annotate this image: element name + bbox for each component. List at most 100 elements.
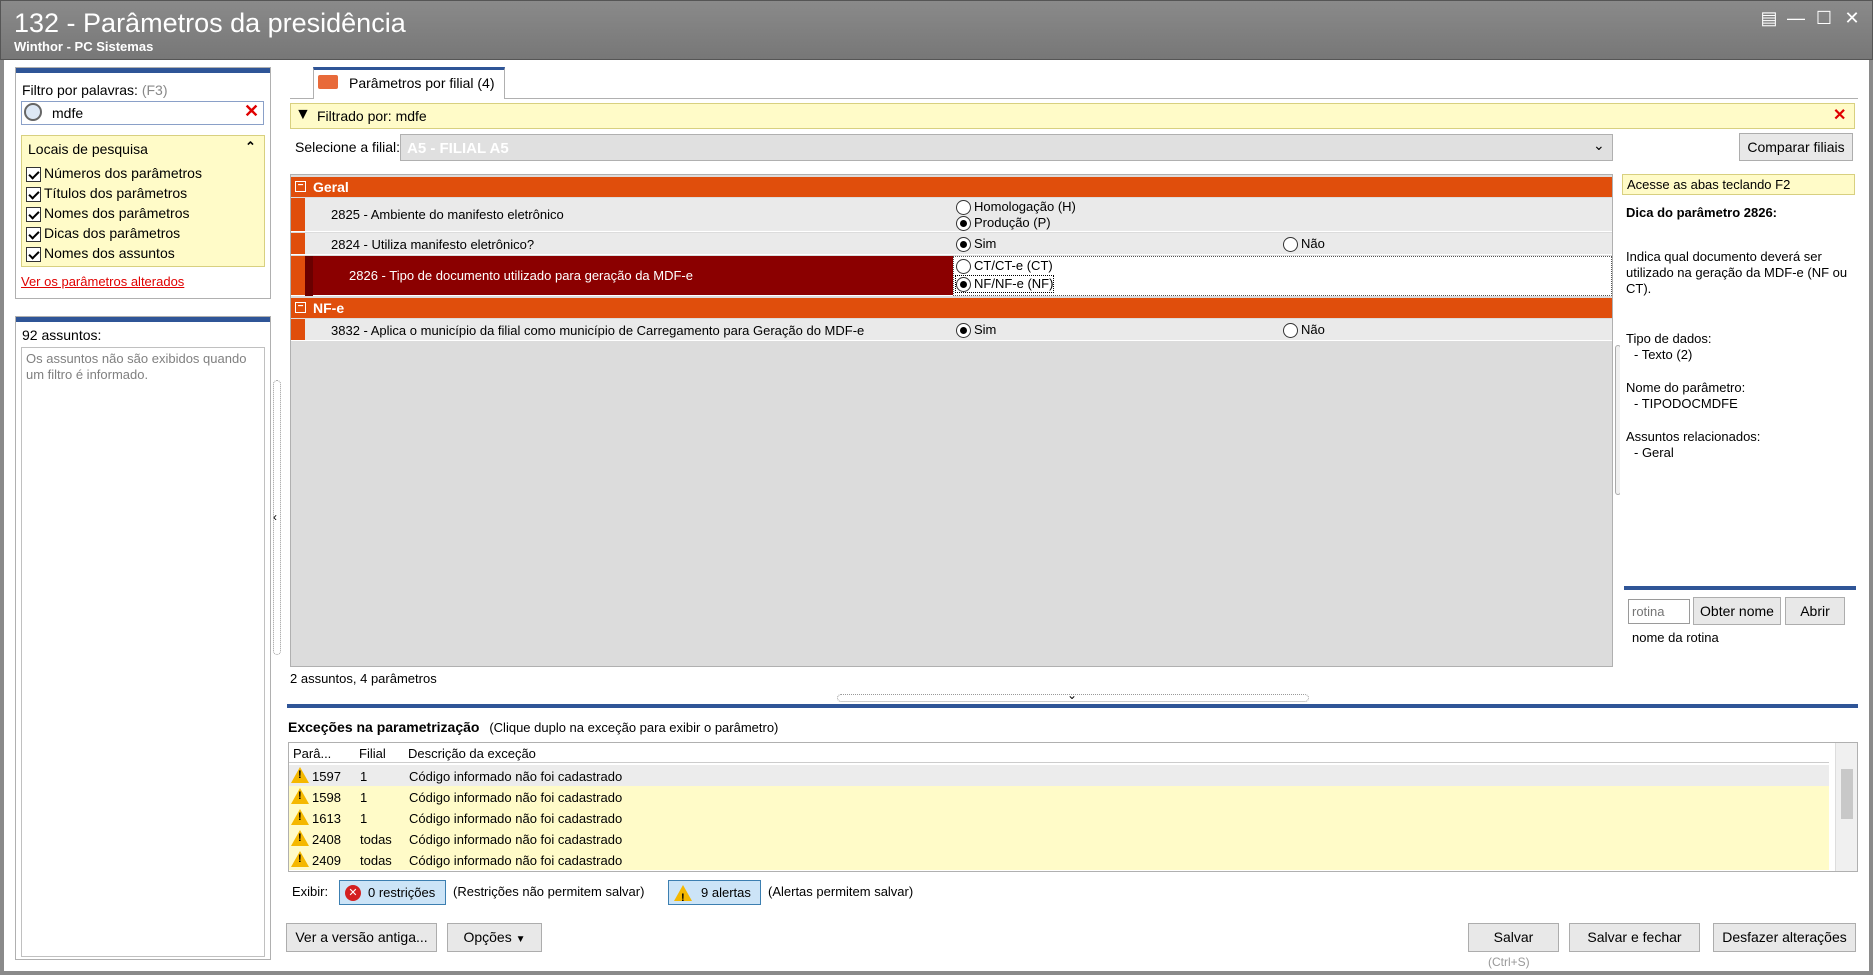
funnel-icon: ▼	[295, 106, 311, 123]
window-subtitle: Winthor - PC Sistemas	[14, 39, 154, 54]
radio-nao[interactable]: Não	[1283, 236, 1325, 253]
param-label: 3832 - Aplica o município da filial como…	[331, 323, 865, 338]
exceptions-table: Parâ... Filial Descrição da exceção 1597…	[288, 742, 1858, 872]
locais-item[interactable]: Títulos dos parâmetros	[26, 183, 202, 203]
opcoes-button[interactable]: Opções ▼	[447, 923, 542, 952]
abrir-button[interactable]: Abrir	[1785, 597, 1845, 625]
exceptions-header: Exceções na parametrização (Clique duplo…	[287, 704, 1858, 735]
group-header-nfe[interactable]: − NF-e	[291, 298, 1612, 318]
param-row-2826-selected[interactable]: 2826 - Tipo de documento utilizado para …	[291, 256, 1612, 296]
column-header[interactable]: Parâ...	[293, 746, 331, 761]
group-name: Geral	[313, 179, 349, 195]
ver-alterados-link[interactable]: Ver os parâmetros alterados	[21, 274, 184, 289]
radio-ct[interactable]: CT/CT-e (CT)	[956, 258, 1053, 275]
dica-text: Indica qual documento deverá ser utiliza…	[1626, 249, 1848, 296]
folder-icon	[318, 75, 338, 89]
radio-nao[interactable]: Não	[1283, 322, 1325, 339]
minimize-icon[interactable]: —	[1785, 8, 1807, 28]
column-header[interactable]: Descrição da exceção	[408, 746, 536, 761]
search-value: mdfe	[52, 105, 84, 121]
collapse-group-icon[interactable]: −	[295, 181, 306, 192]
nome-label: Nome do parâmetro:	[1626, 380, 1746, 395]
radio-homologacao[interactable]: Homologação (H)	[956, 199, 1076, 216]
exceptions-subtitle: (Clique duplo na exceção para exibir o p…	[489, 720, 779, 735]
nome-rotina: nome da rotina	[1632, 630, 1719, 645]
locais-item[interactable]: Nomes dos parâmetros	[26, 203, 202, 223]
search-icon	[24, 103, 42, 121]
alertas-note: (Alertas permitem salvar)	[768, 884, 914, 899]
warning-icon	[674, 885, 692, 910]
warning-icon	[291, 767, 309, 783]
comparar-filiais-button[interactable]: Comparar filiais	[1739, 133, 1853, 161]
obter-nome-button[interactable]: Obter nome	[1693, 597, 1781, 625]
table-row[interactable]: 1613 1 Código informado não foi cadastra…	[289, 807, 1829, 828]
collapse-left-icon[interactable]: ‹	[273, 510, 277, 524]
group-header-geral[interactable]: − Geral	[291, 177, 1612, 197]
locais-item[interactable]: Números dos parâmetros	[26, 163, 202, 183]
table-row[interactable]: 1597 1 Código informado não foi cadastra…	[289, 765, 1829, 786]
locais-item[interactable]: Dicas dos parâmetros	[26, 223, 202, 243]
chevron-down-icon: ▼	[515, 934, 526, 945]
close-icon[interactable]: ✕	[1841, 8, 1863, 28]
filial-label: Selecione a filial:	[295, 139, 401, 155]
chevron-down-icon: ⌄	[1593, 137, 1605, 153]
restricoes-note: (Restrições não permitem salvar)	[453, 884, 645, 899]
checkbox-icon[interactable]	[26, 206, 41, 222]
radio-sim[interactable]: Sim	[956, 322, 996, 339]
tipo-value: - Texto (2)	[1634, 347, 1693, 362]
param-row-2825[interactable]: 2825 - Ambiente do manifesto eletrônico …	[291, 198, 1612, 232]
checkbox-icon[interactable]	[26, 226, 41, 242]
clear-filter-icon[interactable]: ✕	[1833, 105, 1846, 125]
clear-search-icon[interactable]: ✕	[244, 101, 259, 122]
locais-title: Locais de pesquisa	[28, 141, 148, 157]
warning-icon	[291, 809, 309, 825]
table-row[interactable]: 1598 1 Código informado não foi cadastra…	[289, 786, 1829, 807]
collapse-group-icon[interactable]: −	[295, 302, 306, 313]
table-row[interactable]: 2408 todas Código informado não foi cada…	[289, 828, 1829, 849]
grid-status: 2 assuntos, 4 parâmetros	[290, 671, 437, 686]
checkbox-icon[interactable]	[26, 166, 41, 182]
param-row-2824[interactable]: 2824 - Utiliza manifesto eletrônico? Sim…	[291, 233, 1612, 255]
exceptions-title: Exceções na parametrização	[288, 719, 480, 735]
filter-bar: ▼ Filtrado por: mdfe ✕	[290, 103, 1855, 129]
scrollbar-thumb[interactable]	[1841, 769, 1853, 819]
hint-box: Acesse as abas teclando F2	[1622, 174, 1855, 195]
tab-parametros-filial[interactable]: Parâmetros por filial (4)	[313, 67, 505, 99]
salvar-button[interactable]: Salvar	[1468, 923, 1559, 952]
param-row-3832[interactable]: 3832 - Aplica o município da filial como…	[291, 319, 1612, 341]
radio-sim[interactable]: Sim	[956, 236, 996, 253]
exibir-label: Exibir:	[292, 884, 329, 899]
checkbox-icon[interactable]	[26, 186, 41, 202]
window-title: 132 - Parâmetros da presidência	[14, 8, 406, 38]
table-row[interactable]: 2409 todas Código informado não foi cada…	[289, 849, 1829, 870]
scrollbar[interactable]	[1835, 743, 1857, 871]
error-icon: ✕	[345, 885, 361, 901]
alertas-button[interactable]: 9 alertas	[668, 880, 761, 910]
assuntos-count: 92 assuntos:	[22, 327, 102, 343]
collapse-icon[interactable]: ⌃	[245, 139, 256, 155]
filial-select[interactable]: A5 - FILIAL A5 ⌄	[400, 134, 1613, 161]
tipo-label: Tipo de dados:	[1626, 331, 1712, 346]
filial-value: A5 - FILIAL A5	[407, 140, 509, 157]
radio-nf[interactable]: NF/NF-e (NF)	[954, 274, 1055, 294]
locais-pesquisa: Locais de pesquisa ⌃ Números dos parâmet…	[21, 135, 265, 267]
maximize-icon[interactable]: ☐	[1813, 8, 1835, 28]
param-label: 2825 - Ambiente do manifesto eletrônico	[331, 207, 564, 222]
salvar-fechar-button[interactable]: Salvar e fechar	[1569, 923, 1700, 952]
nome-value: - TIPODOCMDFE	[1634, 396, 1738, 411]
column-header[interactable]: Filial	[359, 746, 386, 761]
collapse-bottom-icon[interactable]: ⌄	[1067, 688, 1077, 702]
restricoes-button[interactable]: ✕ 0 restrições	[339, 880, 446, 905]
group-name: NF-e	[313, 300, 345, 316]
filter-text: Filtrado por: mdfe	[317, 108, 427, 124]
restore-icon[interactable]: ▤	[1758, 8, 1780, 28]
radio-producao[interactable]: Produção (P)	[956, 215, 1051, 232]
desfazer-button[interactable]: Desfazer alterações	[1713, 923, 1856, 952]
checkbox-icon[interactable]	[26, 246, 41, 262]
versao-antiga-button[interactable]: Ver a versão antiga...	[286, 923, 437, 952]
locais-item[interactable]: Nomes dos assuntos	[26, 243, 202, 263]
search-input[interactable]: mdfe ✕	[21, 101, 264, 125]
rotina-input[interactable]	[1628, 599, 1690, 624]
param-label: 2826 - Tipo de documento utilizado para …	[349, 268, 693, 283]
warning-icon	[291, 851, 309, 867]
